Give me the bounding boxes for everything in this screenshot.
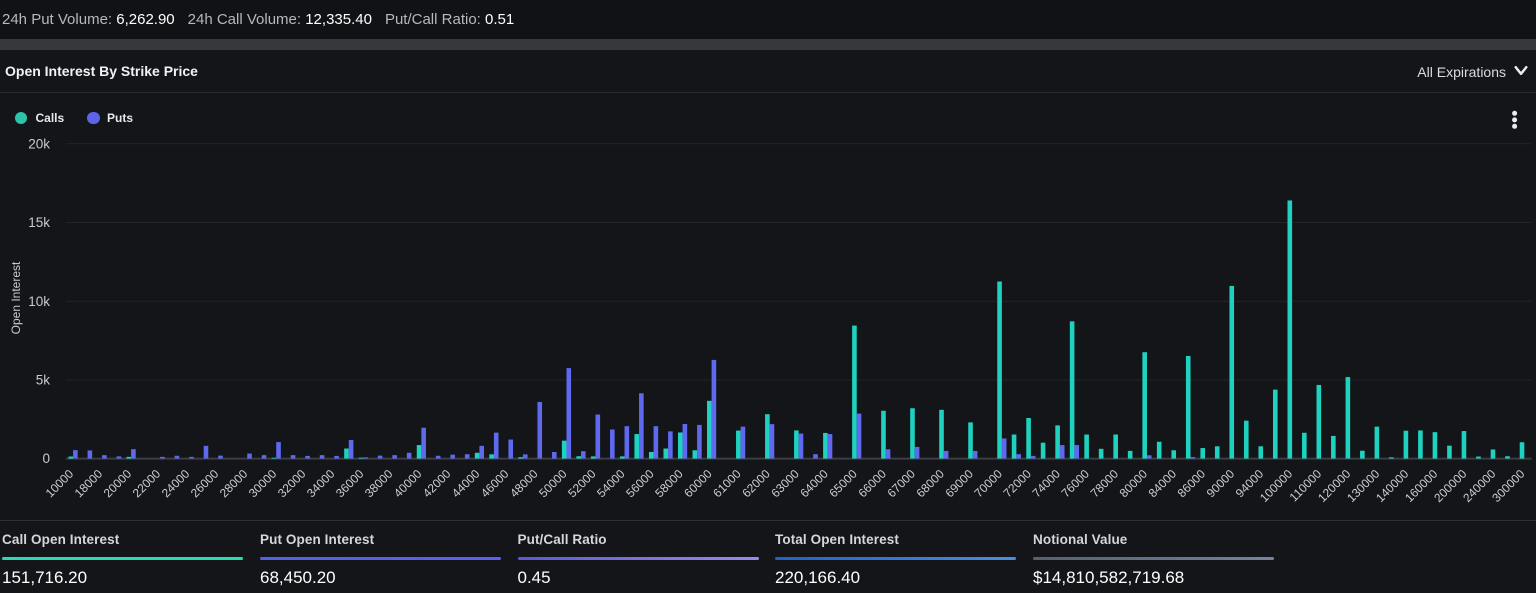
svg-text:66000: 66000 bbox=[855, 466, 889, 500]
svg-text:74000: 74000 bbox=[1030, 466, 1064, 500]
svg-text:20000: 20000 bbox=[101, 466, 135, 500]
svg-text:84000: 84000 bbox=[1146, 466, 1180, 500]
svg-text:54000: 54000 bbox=[594, 466, 628, 500]
svg-text:38000: 38000 bbox=[362, 466, 396, 500]
svg-text:76000: 76000 bbox=[1059, 466, 1093, 500]
svg-text:18000: 18000 bbox=[72, 466, 106, 500]
svg-text:58000: 58000 bbox=[652, 466, 686, 500]
svg-text:44000: 44000 bbox=[449, 466, 483, 500]
svg-text:64000: 64000 bbox=[797, 466, 831, 500]
svg-text:40000: 40000 bbox=[391, 466, 425, 500]
svg-text:42000: 42000 bbox=[420, 466, 454, 500]
svg-text:300000: 300000 bbox=[1489, 466, 1527, 504]
svg-text:78000: 78000 bbox=[1088, 466, 1122, 500]
svg-text:36000: 36000 bbox=[333, 466, 367, 500]
svg-text:20k: 20k bbox=[28, 136, 50, 151]
svg-text:100000: 100000 bbox=[1257, 466, 1295, 504]
svg-text:60000: 60000 bbox=[681, 466, 715, 500]
svg-text:63000: 63000 bbox=[768, 466, 802, 500]
svg-text:48000: 48000 bbox=[507, 466, 541, 500]
svg-text:0: 0 bbox=[42, 451, 50, 466]
svg-text:26000: 26000 bbox=[188, 466, 222, 500]
svg-text:65000: 65000 bbox=[826, 466, 860, 500]
svg-text:Open Interest: Open Interest bbox=[9, 261, 23, 334]
svg-text:90000: 90000 bbox=[1204, 466, 1238, 500]
svg-text:61000: 61000 bbox=[710, 466, 744, 500]
svg-text:5k: 5k bbox=[36, 373, 51, 388]
svg-text:24000: 24000 bbox=[159, 466, 193, 500]
svg-text:67000: 67000 bbox=[884, 466, 918, 500]
svg-text:10k: 10k bbox=[28, 294, 50, 309]
svg-text:80000: 80000 bbox=[1117, 466, 1151, 500]
svg-text:22000: 22000 bbox=[130, 466, 164, 500]
svg-text:10000: 10000 bbox=[43, 466, 77, 500]
svg-text:30000: 30000 bbox=[246, 466, 280, 500]
svg-text:15k: 15k bbox=[28, 215, 50, 230]
svg-text:34000: 34000 bbox=[304, 466, 338, 500]
svg-text:68000: 68000 bbox=[913, 466, 947, 500]
svg-text:72000: 72000 bbox=[1001, 466, 1035, 500]
svg-text:86000: 86000 bbox=[1175, 466, 1209, 500]
svg-text:52000: 52000 bbox=[565, 466, 599, 500]
svg-text:28000: 28000 bbox=[217, 466, 251, 500]
svg-text:50000: 50000 bbox=[536, 466, 570, 500]
svg-text:69000: 69000 bbox=[942, 466, 976, 500]
svg-text:32000: 32000 bbox=[275, 466, 309, 500]
svg-text:70000: 70000 bbox=[972, 466, 1006, 500]
svg-text:62000: 62000 bbox=[739, 466, 773, 500]
svg-text:46000: 46000 bbox=[478, 466, 512, 500]
svg-text:56000: 56000 bbox=[623, 466, 657, 500]
